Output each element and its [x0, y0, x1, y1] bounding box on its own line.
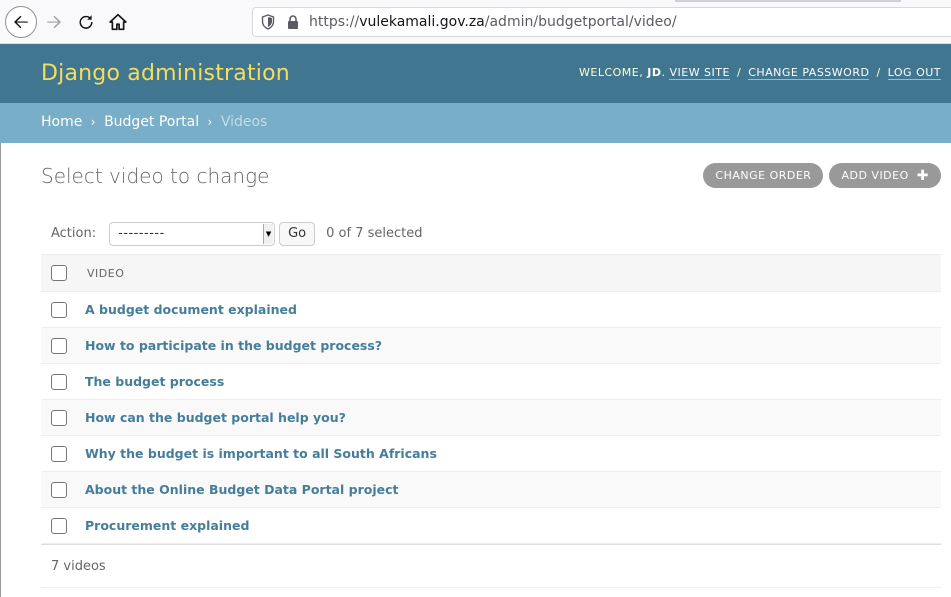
video-link[interactable]: About the Online Budget Data Portal proj…	[85, 482, 398, 497]
url-path: /admin/budgetportal/video/	[484, 14, 677, 30]
video-link[interactable]: How to participate in the budget process…	[85, 338, 382, 353]
page-title: Select video to change	[41, 164, 270, 188]
tab-strip-edge	[675, 0, 901, 2]
column-header-video[interactable]: VIDEO	[87, 267, 124, 280]
breadcrumb-app[interactable]: Budget Portal	[104, 114, 199, 130]
log-out-link[interactable]: LOG OUT	[887, 66, 941, 80]
object-tools: CHANGE ORDER ADD VIDEO ✚	[703, 163, 941, 188]
reload-icon	[79, 15, 93, 29]
table-row: About the Online Budget Data Portal proj…	[41, 472, 941, 508]
table-row: Procurement explained	[41, 508, 941, 544]
breadcrumb-separator: ›	[207, 115, 213, 129]
selected-counter: 0 of 7 selected	[326, 226, 423, 241]
action-selected-value: ---------	[118, 226, 165, 241]
results-table: VIDEO A budget document explained How to…	[41, 254, 941, 588]
table-row: Why the budget is important to all South…	[41, 436, 941, 472]
view-site-link[interactable]: VIEW SITE	[669, 66, 730, 80]
lock-icon[interactable]	[287, 15, 299, 29]
separator: /	[736, 66, 742, 79]
video-link[interactable]: Why the budget is important to all South…	[85, 446, 437, 461]
row-checkbox[interactable]	[51, 481, 67, 498]
table-row: The budget process	[41, 364, 941, 400]
breadcrumb-current: Videos	[220, 114, 268, 130]
welcome-text: WELCOME,	[579, 66, 644, 79]
select-all-checkbox[interactable]	[51, 265, 67, 281]
breadcrumb: Home › Budget Portal › Videos	[0, 103, 951, 143]
change-order-label: CHANGE ORDER	[715, 169, 812, 182]
video-link[interactable]: The budget process	[85, 374, 224, 389]
breadcrumb-separator: ›	[90, 115, 96, 129]
reload-button[interactable]	[70, 6, 102, 38]
forward-button[interactable]	[38, 6, 70, 38]
video-link[interactable]: How can the budget portal help you?	[85, 410, 346, 425]
back-button[interactable]	[5, 6, 37, 38]
url-bar[interactable]: https://vulekamali.gov.za/admin/budgetpo…	[252, 7, 951, 37]
breadcrumb-home[interactable]: Home	[41, 114, 82, 130]
url-text: https://vulekamali.gov.za/admin/budgetpo…	[309, 14, 677, 30]
table-row: A budget document explained	[41, 292, 941, 328]
url-scheme: https://	[309, 14, 360, 30]
change-password-link[interactable]: CHANGE PASSWORD	[748, 66, 870, 80]
add-video-label: ADD VIDEO	[841, 169, 909, 182]
separator: /	[876, 66, 881, 79]
arrow-right-icon	[47, 15, 61, 29]
window-edge	[0, 143, 1, 597]
change-order-button[interactable]: CHANGE ORDER	[703, 163, 824, 188]
user-tools: WELCOME, JD. VIEW SITE / CHANGE PASSWORD…	[579, 66, 941, 80]
row-checkbox[interactable]	[51, 337, 67, 354]
home-icon	[109, 13, 127, 31]
action-label: Action:	[51, 226, 97, 241]
video-link[interactable]: Procurement explained	[85, 518, 249, 533]
paginator: 7 videos	[41, 544, 941, 588]
row-checkbox[interactable]	[51, 373, 67, 390]
username: JD	[647, 66, 662, 79]
actions-bar: Action: --------- ▼ Go 0 of 7 selected	[41, 213, 941, 254]
shield-icon[interactable]	[261, 14, 275, 30]
row-checkbox[interactable]	[51, 301, 67, 318]
site-branding[interactable]: Django administration	[41, 61, 290, 86]
arrow-left-icon	[14, 15, 28, 29]
dropdown-arrow-icon[interactable]: ▼	[263, 223, 274, 244]
go-button[interactable]: Go	[279, 221, 316, 246]
add-video-button[interactable]: ADD VIDEO ✚	[829, 163, 941, 188]
plus-icon: ✚	[916, 167, 929, 184]
table-row: How can the budget portal help you?	[41, 400, 941, 436]
url-host: vulekamali.gov.za	[359, 14, 485, 30]
table-header: VIDEO	[41, 254, 941, 292]
row-checkbox[interactable]	[51, 409, 67, 426]
action-select[interactable]: --------- ▼	[109, 221, 276, 246]
home-button[interactable]	[102, 6, 134, 38]
video-link[interactable]: A budget document explained	[85, 302, 297, 317]
browser-toolbar: https://vulekamali.gov.za/admin/budgetpo…	[0, 0, 951, 44]
row-checkbox[interactable]	[51, 517, 67, 534]
site-header: Django administration WELCOME, JD. VIEW …	[0, 44, 951, 103]
table-row: How to participate in the budget process…	[41, 328, 941, 364]
row-checkbox[interactable]	[51, 445, 67, 462]
